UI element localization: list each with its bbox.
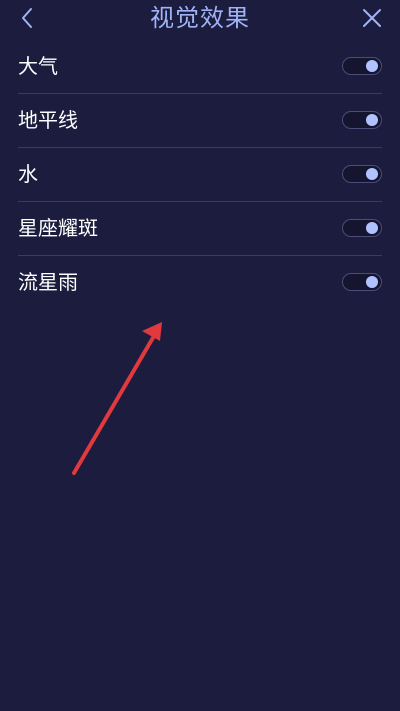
- setting-label: 大气: [18, 54, 58, 78]
- constellation-flare-toggle[interactable]: [342, 219, 382, 237]
- setting-row-horizon[interactable]: 地平线: [18, 94, 382, 148]
- page-title: 视觉效果: [150, 4, 250, 32]
- setting-row-water[interactable]: 水: [18, 148, 382, 202]
- atmosphere-toggle[interactable]: [342, 57, 382, 75]
- setting-label: 地平线: [18, 108, 78, 132]
- close-icon: [363, 9, 381, 27]
- setting-label: 水: [18, 162, 38, 186]
- setting-row-constellation-flare[interactable]: 星座耀斑: [18, 202, 382, 256]
- toggle-knob: [366, 168, 378, 180]
- setting-label: 星座耀斑: [18, 216, 98, 240]
- toggle-knob: [366, 276, 378, 288]
- water-toggle[interactable]: [342, 165, 382, 183]
- header: 视觉效果: [0, 0, 400, 38]
- setting-row-meteor-shower[interactable]: 流星雨: [18, 256, 382, 309]
- setting-row-atmosphere[interactable]: 大气: [18, 40, 382, 94]
- settings-list: 大气 地平线 水 星座耀斑 流星雨: [0, 40, 400, 309]
- toggle-knob: [366, 60, 378, 72]
- setting-label: 流星雨: [18, 270, 78, 294]
- toggle-knob: [366, 222, 378, 234]
- close-button[interactable]: [358, 4, 386, 32]
- meteor-shower-toggle[interactable]: [342, 273, 382, 291]
- horizon-toggle[interactable]: [342, 111, 382, 129]
- toggle-knob: [366, 114, 378, 126]
